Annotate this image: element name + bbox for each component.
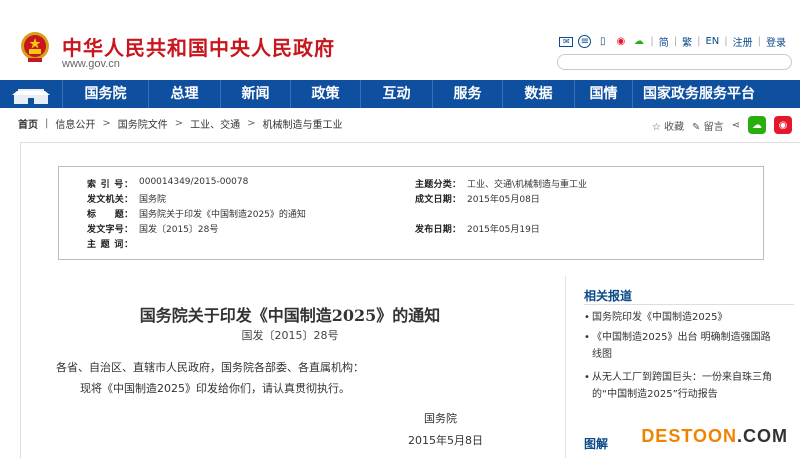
- nav-gov-service-platform[interactable]: 国家政务服务平台: [632, 80, 800, 108]
- related-item[interactable]: 从无人工厂到跨国巨头：一份来自珠三角的“中国制造2025”行动报告: [584, 369, 780, 403]
- top-tools: ✉ ≡ ▯ ◉ ☁ | 简 | 繁 | EN | 注册 | 登录: [559, 34, 786, 49]
- meta-subject: 主 题 词：: [87, 240, 133, 250]
- mail-icon[interactable]: ✉: [559, 36, 574, 47]
- site-header: 中华人民共和国中央人民政府 www.gov.cn ✉ ≡ ▯ ◉ ☁ | 简 |…: [0, 0, 800, 80]
- link-register[interactable]: 注册: [733, 34, 753, 49]
- link-login[interactable]: 登录: [766, 34, 786, 49]
- document-meta: 索 引 号： 000014349/2015-00078 主题分类： 工业、交通\…: [58, 166, 764, 260]
- breadcrumb-machinery[interactable]: 机械制造与重工业: [263, 116, 343, 131]
- share-bar: ☆ 收藏 ✎ 留言 ⋖ ☁ ◉: [652, 116, 792, 134]
- weibo-icon[interactable]: ◉: [614, 35, 627, 48]
- related-item[interactable]: 国务院印发《中国制造2025》: [584, 309, 780, 326]
- nav-premier[interactable]: 总理: [148, 80, 220, 108]
- breadcrumb: 首页 | 信息公开 > 国务院文件 > 工业、交通 > 机械制造与重工业: [18, 116, 343, 131]
- nav-state-council[interactable]: 国务院: [62, 80, 148, 108]
- meta-org: 发文机关： 国务院: [87, 195, 167, 205]
- main-nav: 国务院 总理 新闻 政策 互动 服务 数据 国情 国家政务服务平台: [0, 80, 800, 108]
- nav-national-info[interactable]: 国情: [574, 80, 632, 108]
- breadcrumb-docs[interactable]: 国务院文件: [118, 116, 168, 131]
- breadcrumb-home[interactable]: 首页: [18, 116, 38, 131]
- link-traditional[interactable]: 繁: [682, 34, 692, 49]
- nav-data[interactable]: 数据: [502, 80, 574, 108]
- document-number: 国发〔2015〕28号: [241, 329, 339, 342]
- meta-number: 发文字号： 国发〔2015〕28号: [87, 225, 219, 235]
- home-gate-icon[interactable]: [0, 80, 62, 108]
- nav-policy[interactable]: 政策: [290, 80, 360, 108]
- meta-index: 索 引 号： 000014349/2015-00078: [87, 177, 249, 190]
- comment-icon: ✎: [692, 121, 701, 133]
- breadcrumb-info[interactable]: 信息公开: [55, 116, 95, 131]
- breadcrumb-industry[interactable]: 工业、交通: [190, 116, 240, 131]
- meta-topic: 主题分类： 工业、交通\机械制造与重工业: [415, 180, 588, 190]
- sidebar-divider: [565, 276, 566, 458]
- infographic-title: 图解: [584, 437, 609, 451]
- mobile-icon[interactable]: ▯: [596, 35, 609, 48]
- watermark: DESTOON.COM: [641, 426, 788, 446]
- document-title: 国务院关于印发《中国制造2025》的通知: [139, 306, 441, 325]
- comment-button[interactable]: ✎ 留言: [692, 118, 724, 133]
- meta-publish: 发布日期： 2015年05月19日: [415, 225, 540, 235]
- star-icon: ☆: [651, 121, 661, 133]
- related-title: 相关报道: [584, 289, 633, 303]
- wechat-share-icon[interactable]: ☁: [748, 116, 766, 134]
- link-english[interactable]: EN: [705, 36, 719, 47]
- site-title[interactable]: 中华人民共和国中央人民政府: [62, 32, 335, 61]
- related-item[interactable]: 《中国制造2025》出台 明确制造强国路线图: [584, 329, 780, 363]
- collect-button[interactable]: ☆ 收藏: [652, 118, 684, 133]
- document-body: 现将《中国制造2025》印发给你们，请认真贯彻执行。: [80, 382, 350, 395]
- document-date: 2015年5月8日: [408, 434, 483, 447]
- weibo-share-icon[interactable]: ◉: [774, 116, 792, 134]
- document-greeting: 各省、自治区、直辖市人民政府，国务院各部委、各直属机构：: [56, 361, 364, 374]
- meta-title: 标 题： 国务院关于印发《中国制造2025》的通知: [87, 210, 306, 220]
- related-underline: [584, 304, 794, 305]
- share-icon[interactable]: ⋖: [732, 120, 740, 131]
- search-input[interactable]: [557, 54, 792, 70]
- nav-news[interactable]: 新闻: [220, 80, 290, 108]
- nav-service[interactable]: 服务: [432, 80, 502, 108]
- nav-interaction[interactable]: 互动: [360, 80, 432, 108]
- message-icon[interactable]: ≡: [578, 35, 592, 48]
- document-signer: 国务院: [424, 412, 457, 425]
- national-emblem-icon[interactable]: [20, 30, 50, 64]
- wechat-icon[interactable]: ☁: [632, 35, 645, 48]
- link-simplified[interactable]: 简: [659, 34, 669, 49]
- meta-date: 成文日期： 2015年05月08日: [415, 195, 540, 205]
- site-url: www.gov.cn: [62, 58, 120, 70]
